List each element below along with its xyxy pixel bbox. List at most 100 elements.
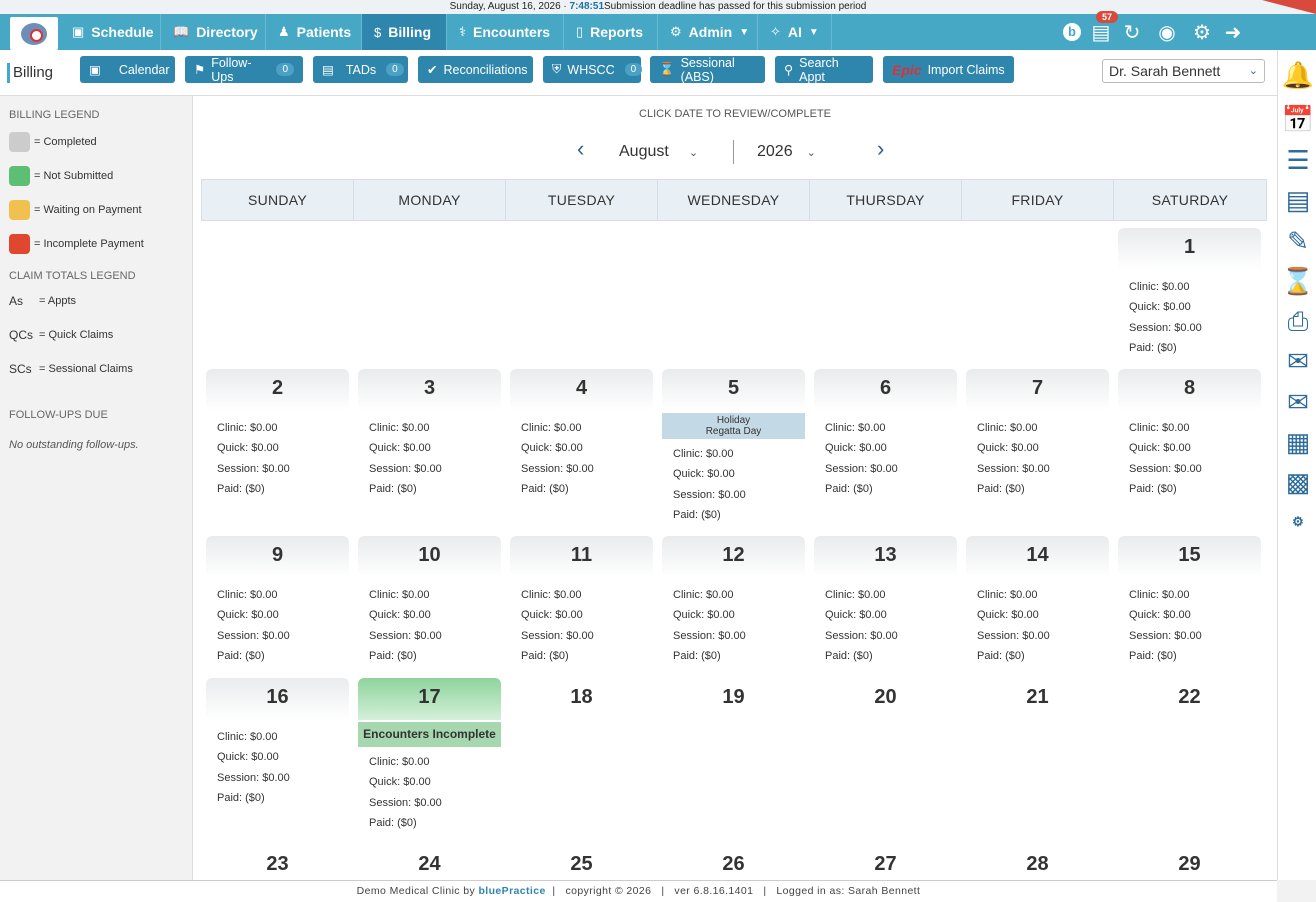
hourglass-icon[interactable]: ⌛ — [1281, 264, 1315, 298]
day-amounts: Clinic: $0.00 Quick: $0.00 Session: $0.00 P… — [217, 589, 290, 662]
day-number: 12 — [662, 536, 805, 578]
import-claims-button[interactable]: Epic Import Claims — [883, 56, 1014, 83]
chat-icon[interactable]: ✉ — [1281, 344, 1315, 378]
search-appt-button[interactable]: ⚲ Search Appt — [775, 56, 873, 84]
epic-logo: Epic — [892, 61, 922, 78]
day-number: 21 — [1026, 686, 1049, 708]
day-cell[interactable]: 11 Clinic: $0.00 Quick: $0.00 Session: $0.… — [505, 536, 657, 674]
day-cell[interactable]: 4 Clinic: $0.00 Quick: $0.00 Session: $0.0… — [505, 369, 657, 529]
whscc-button[interactable]: ⛨ WHSCC 0 — [543, 56, 643, 83]
day-number: 5 — [662, 369, 805, 411]
list-icon[interactable]: ☰ — [1281, 143, 1315, 177]
reconciliations-button[interactable]: ✔ Reconciliations — [418, 56, 533, 83]
followups-empty-message: No outstanding follow-ups. — [9, 439, 139, 451]
encounters-incomplete-banner: Encounters Incomplete — [358, 722, 501, 747]
calendar-clock-icon[interactable]: 📅 — [1281, 102, 1315, 136]
day-amounts: Clinic: $0.00 Quick: $0.00 Session: $0.00 P… — [217, 731, 290, 804]
day-cell[interactable]: 16 Clinic: $0.00 Quick: $0.00 Session: $0.… — [201, 678, 353, 838]
day-cell[interactable]: 7 Clinic: $0.00 Quick: $0.00 Session: $0.0… — [961, 369, 1113, 529]
day-amounts: Clinic: $0.00 Quick: $0.00 Session: $0.00 P… — [673, 589, 746, 662]
day-cell[interactable]: 14 Clinic: $0.00 Quick: $0.00 Session: $0.… — [961, 536, 1113, 674]
day-cell[interactable]: 24 — [353, 845, 505, 880]
provider-select[interactable]: Dr. Sarah Bennett ⌄ — [1102, 59, 1265, 83]
day-number: 26 — [722, 853, 745, 875]
day-cell[interactable]: 28 — [961, 845, 1113, 880]
nav-tab-encounters[interactable]: ⚕ Encounters — [447, 14, 564, 50]
day-amounts: Clinic: $0.00 Quick: $0.00 Session: $0.0… — [1129, 281, 1202, 354]
grid-icon[interactable]: ▦ — [1281, 425, 1315, 459]
day-cell[interactable]: 13 Clinic: $0.00 Quick: $0.00 Session: $0.… — [809, 536, 961, 674]
legend-swatch — [9, 166, 30, 186]
calendar-hint: CLICK DATE TO REVIEW/COMPLETE — [639, 108, 831, 120]
clipboard-pulse-icon[interactable]: ▤ — [1281, 183, 1315, 217]
footer-info: | copyright © 2026 | ver 6.8.16.1401 | L… — [545, 885, 921, 897]
chevron-down-icon: ⌄ — [1248, 65, 1258, 77]
day-cell[interactable]: 20 — [809, 678, 961, 838]
qr-code-icon[interactable]: ▩ — [1281, 465, 1315, 499]
sparkle-icon: ✧ — [770, 24, 781, 39]
eye-icon[interactable]: ◉ — [1152, 20, 1182, 45]
app-logo[interactable] — [10, 17, 58, 50]
day-cell[interactable]: 21 — [961, 678, 1113, 838]
bell-icon[interactable]: 🔔 — [1281, 58, 1315, 92]
day-cell[interactable]: 26 — [657, 845, 809, 880]
billing-legend-sidebar: BILLING LEGEND = Completed = Not Submitt… — [0, 96, 193, 880]
mail-icon[interactable]: ✉ — [1281, 385, 1315, 419]
footer-brand: bluePractice — [478, 885, 546, 897]
nav-tab-admin[interactable]: ⚙ Admin ▼ — [658, 14, 758, 50]
year-select[interactable]: 2026 ⌄ — [757, 143, 816, 161]
clipboard-notifications-icon[interactable]: ▤ 57 — [1090, 10, 1118, 45]
refresh-icon[interactable]: ↻ — [1121, 20, 1143, 45]
nav-tab-directory[interactable]: 📖 Directory — [161, 14, 266, 50]
day-number: 15 — [1118, 536, 1261, 578]
claim-legend-sessional: SCs = Sessional Claims — [9, 362, 133, 376]
day-cell[interactable]: 2 Clinic: $0.00 Quick: $0.00 Session: $0.0… — [201, 369, 353, 529]
day-number: 1 — [1118, 228, 1261, 270]
nav-tab-patients[interactable]: ♟ Patients — [266, 14, 362, 50]
day-cell[interactable]: 1 Clinic: $0.00 Quick: $0.00 Session: $0… — [1113, 228, 1265, 366]
fax-icon[interactable]: ⎙ — [1281, 304, 1315, 338]
month-select[interactable]: August ⌄ — [619, 143, 698, 161]
flag-icon: ⚑ — [194, 63, 206, 77]
day-cell[interactable]: 8 Clinic: $0.00 Quick: $0.00 Session: $0.0… — [1113, 369, 1265, 529]
day-cell[interactable]: 22 — [1113, 678, 1265, 838]
prev-month-icon[interactable]: ‹ — [577, 136, 584, 162]
day-cell[interactable]: 3 Clinic: $0.00 Quick: $0.00 Session: $0.0… — [353, 369, 505, 529]
sessional-abs-button[interactable]: ⌛ Sessional (ABS) — [650, 56, 765, 84]
day-cell[interactable]: 6 Clinic: $0.00 Quick: $0.00 Session: $0.0… — [809, 369, 961, 529]
calendar-button[interactable]: ▣ Calendar — [80, 56, 175, 83]
nav-tab-billing[interactable]: $ Billing — [362, 14, 447, 50]
profile-icon[interactable]: b — [1063, 23, 1081, 41]
legend-item-not-submitted: = Not Submitted — [9, 166, 113, 186]
logout-icon[interactable]: ➜ — [1222, 20, 1244, 45]
chevron-down-icon: ▼ — [808, 26, 819, 38]
follow-ups-button[interactable]: ⚑ Follow-Ups 0 — [185, 56, 303, 84]
day-cell[interactable]: 15 Clinic: $0.00 Quick: $0.00 Session: $0.… — [1113, 536, 1265, 674]
nav-tab-schedule[interactable]: ▣ Schedule — [60, 14, 161, 50]
day-cell[interactable]: 27 — [809, 845, 961, 880]
nav-tab-reports[interactable]: ▯ Reports — [564, 14, 658, 50]
next-month-icon[interactable]: › — [877, 136, 884, 162]
day-number: 2 — [206, 369, 349, 411]
day-cell[interactable]: 19 — [657, 678, 809, 838]
settings-gear-icon[interactable]: ⚙ — [1191, 20, 1213, 45]
day-number: 28 — [1026, 853, 1049, 875]
day-cell[interactable]: 10 Clinic: $0.00 Quick: $0.00 Session: $0.… — [353, 536, 505, 674]
ai-badge-icon[interactable]: ⚙ — [1281, 505, 1315, 539]
tads-button[interactable]: ▤ TADs 0 — [313, 56, 408, 83]
day-cell[interactable]: 23 — [201, 845, 353, 880]
day-cell[interactable]: 5 Holiday Regatta Day Clinic: $0.00 Quick… — [657, 369, 809, 529]
claim-legend-title: CLAIM TOTALS LEGEND — [9, 270, 136, 282]
day-cell[interactable]: 18 — [505, 678, 657, 838]
day-number: 17 — [358, 678, 501, 720]
day-number: 11 — [510, 536, 653, 578]
day-cell[interactable]: 12 Clinic: $0.00 Quick: $0.00 Session: $0.… — [657, 536, 809, 674]
day-cell[interactable]: 25 — [505, 845, 657, 880]
nav-tab-ai[interactable]: ✧ AI ▼ — [758, 14, 832, 50]
page-title: Billing — [7, 63, 53, 83]
signature-icon[interactable]: ✎ — [1281, 224, 1315, 258]
billing-calendar: CLICK DATE TO REVIEW/COMPLETE ‹ August ⌄ … — [193, 96, 1277, 880]
day-cell[interactable]: 29 — [1113, 845, 1265, 880]
day-cell-today[interactable]: 17 Encounters Incomplete Clinic: $0.00 Qu… — [353, 678, 505, 838]
day-cell[interactable]: 9 Clinic: $0.00 Quick: $0.00 Session: $0.0… — [201, 536, 353, 674]
